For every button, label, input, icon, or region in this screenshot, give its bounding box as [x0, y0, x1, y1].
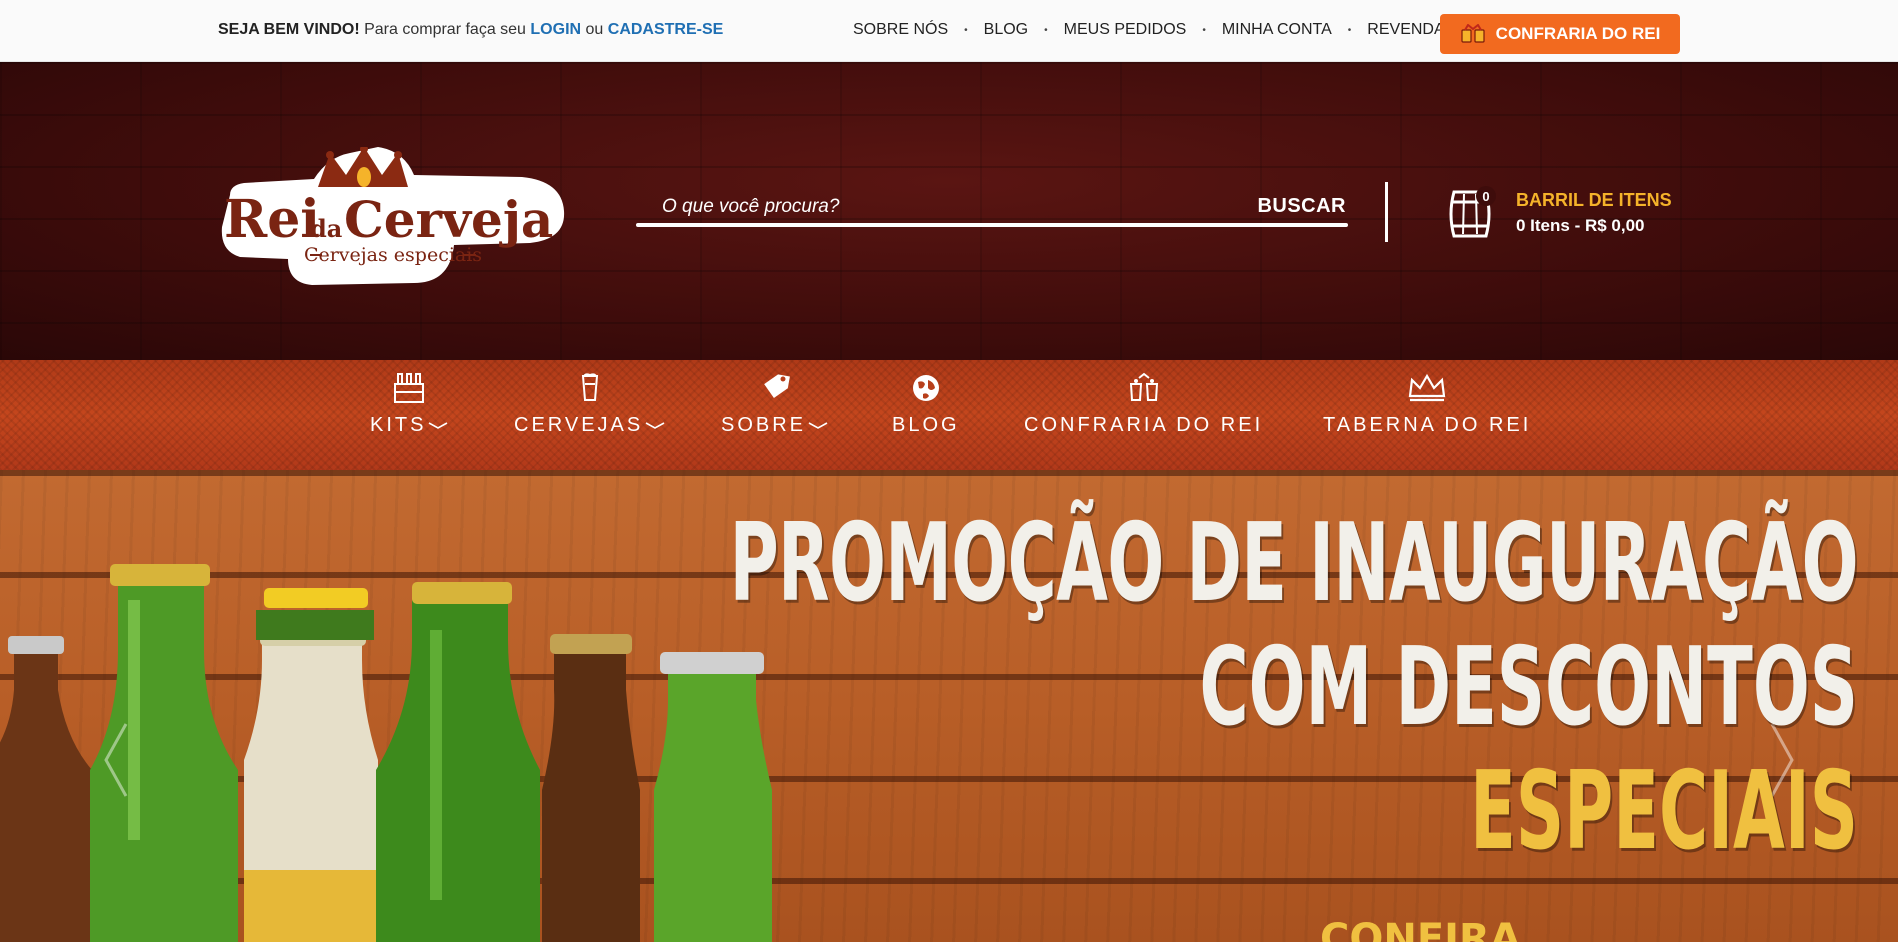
separator: •: [1347, 24, 1352, 36]
beer-crate-icon: [394, 373, 425, 403]
logo-word-da: da: [310, 214, 342, 243]
nav-item-kits[interactable]: KITS: [370, 372, 448, 452]
hero-line-3: ESPECIAIS: [1470, 749, 1858, 874]
main-nav: KITS CERVEJAS SOBRE BLOG CONFRARIA DO RE…: [0, 360, 1898, 470]
top-link-blog[interactable]: BLOG: [984, 21, 1028, 39]
top-nav: SOBRE NÓS • BLOG • MEUS PEDIDOS • MINHA …: [853, 21, 1445, 39]
or-text: ou: [581, 21, 608, 38]
separator: •: [1044, 24, 1048, 36]
confraria-button-label: CONFRARIA DO REI: [1495, 24, 1661, 43]
top-link-meus-pedidos[interactable]: MEUS PEDIDOS: [1064, 21, 1187, 39]
chevron-down-icon: [429, 421, 448, 429]
search-button[interactable]: BUSCAR: [1257, 195, 1346, 218]
welcome-bold: SEJA BEM VINDO!: [218, 21, 360, 38]
site-header: Rei da Cerveja Cervejas especiais BUSCAR…: [0, 62, 1898, 360]
cart-info: 0 Itens - R$ 0,00: [1516, 216, 1645, 235]
hero-line-2: COM DESCONTOS: [1199, 625, 1858, 750]
crown-mugs-icon: [1461, 24, 1485, 43]
top-link-revenda[interactable]: REVENDA: [1367, 21, 1444, 39]
logo-tagline: Cervejas especiais: [304, 244, 482, 266]
nav-label-sobre: SOBRE: [721, 414, 807, 436]
top-bar: SEJA BEM VINDO! Para comprar faça seu LO…: [0, 0, 1898, 62]
register-link[interactable]: CADASTRE-SE: [608, 21, 724, 38]
separator: •: [964, 24, 968, 36]
top-link-sobre-nos[interactable]: SOBRE NÓS: [853, 21, 948, 39]
login-link[interactable]: LOGIN: [530, 21, 581, 38]
chevron-down-icon: [808, 421, 828, 429]
welcome-message: SEJA BEM VINDO! Para comprar faça seu LO…: [218, 21, 723, 39]
search-input[interactable]: [662, 193, 1222, 221]
hero-line-1: PROMOÇÃO DE INAUGURAÇÃO: [729, 501, 1859, 626]
nav-item-taberna[interactable]: TABERNA DO REI: [1323, 372, 1531, 452]
cart-badge: 0: [1476, 186, 1496, 206]
search-bar: BUSCAR: [636, 187, 1348, 227]
crown-icon: [1408, 373, 1446, 402]
logo-word-rei: Rei: [224, 189, 320, 250]
separator: •: [1202, 24, 1206, 36]
header-divider: [1385, 182, 1388, 242]
logo-word-cerveja: Cerveja: [344, 190, 553, 249]
nav-label-taberna: TABERNA DO REI: [1323, 414, 1532, 436]
confraria-button[interactable]: CONFRARIA DO REI: [1440, 14, 1680, 54]
beer-glass-icon: [581, 373, 598, 401]
nav-item-confraria[interactable]: CONFRARIA DO REI: [1024, 372, 1263, 452]
hero-headline: PROMOÇÃO DE INAUGURAÇÃO COM DESCONTOS ES…: [729, 501, 1859, 874]
welcome-text: Para comprar faça seu: [359, 21, 531, 38]
chevron-down-icon: [645, 421, 665, 429]
nav-label-cervejas: CERVEJAS: [514, 414, 644, 436]
cart-widget[interactable]: 0 BARRIL DE ITENS 0 Itens - R$ 0,00: [1446, 186, 1676, 246]
toast-icon: [1129, 372, 1158, 401]
hero-banner[interactable]: PROMOÇÃO DE INAUGURAÇÃO COM DESCONTOS ES…: [0, 470, 1898, 942]
carousel-prev-arrow[interactable]: [100, 720, 130, 800]
nav-label-blog: BLOG: [892, 414, 960, 436]
globe-icon: [912, 375, 939, 401]
rei-da-cerveja-logo[interactable]: Rei da Cerveja Cervejas especiais: [218, 147, 568, 287]
nav-item-cervejas[interactable]: CERVEJAS: [514, 372, 665, 452]
hero-cta[interactable]: CONFIRA: [1320, 916, 1521, 942]
nav-item-sobre[interactable]: SOBRE: [721, 372, 828, 452]
hero-cta-label: CONFIRA: [1320, 916, 1521, 942]
nav-label-confraria: CONFRARIA DO REI: [1024, 414, 1264, 436]
top-link-minha-conta[interactable]: MINHA CONTA: [1222, 21, 1332, 39]
tag-icon: [763, 374, 790, 398]
search-underline: [636, 223, 1348, 227]
nav-label-kits: KITS: [370, 414, 427, 436]
cart-title: BARRIL DE ITENS: [1516, 190, 1672, 210]
nav-item-blog[interactable]: BLOG: [892, 372, 960, 452]
